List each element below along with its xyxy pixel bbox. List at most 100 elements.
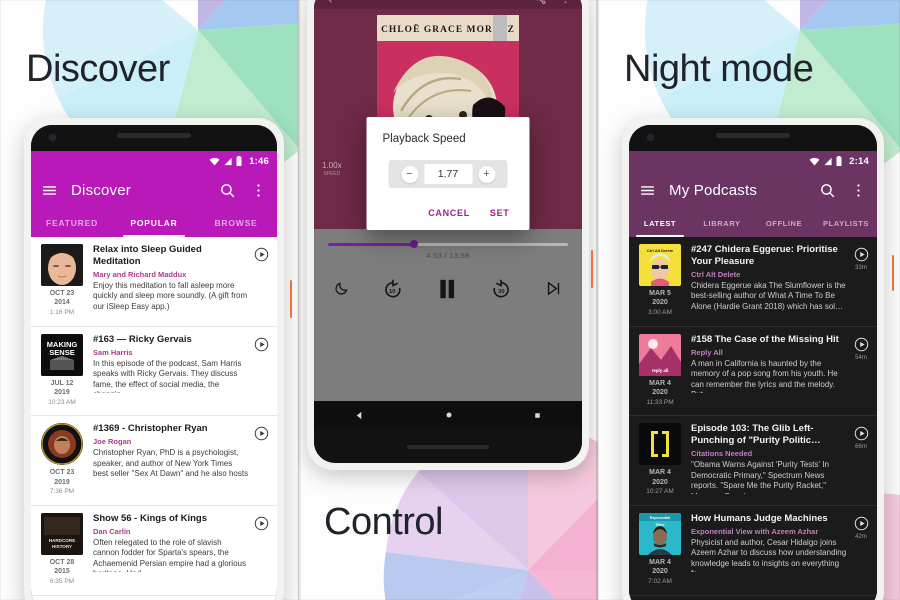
list-item[interactable]: SSERIAL S01 Episode 02: The Breakup This… xyxy=(31,596,277,600)
episode-meta: MAR 4 2020 10:27 AM xyxy=(637,423,683,497)
list-item[interactable]: MAR 4 2020 10:27 AM Episode 103: The Gli… xyxy=(629,416,877,506)
tab-featured[interactable]: FEATURED xyxy=(31,209,113,237)
more-vert-icon[interactable] xyxy=(559,0,572,5)
more-vert-icon[interactable] xyxy=(250,182,267,199)
episode-meta: Ctrl Alt Delete MAR 5 2020 3:00 AM xyxy=(637,244,683,318)
recents-nav-icon xyxy=(535,412,541,418)
list-item[interactable]: OCT 23 2019 7:36 PM #1369 - Christopher … xyxy=(31,416,277,506)
status-icons xyxy=(809,156,842,166)
volume-sliver xyxy=(892,255,894,291)
play-icon[interactable] xyxy=(854,337,869,352)
episode-day: MAR 4 xyxy=(649,469,671,477)
share-icon[interactable] xyxy=(534,0,547,5)
home-nav-icon xyxy=(446,412,452,418)
play-icon[interactable] xyxy=(854,247,869,262)
episode-day: MAR 5 xyxy=(649,290,671,297)
more-vert-icon[interactable] xyxy=(850,182,867,199)
episode-description: Christopher Ryan, PhD is a psychologist,… xyxy=(93,448,249,482)
svg-text:HISTORY: HISTORY xyxy=(52,544,72,549)
play-icon[interactable] xyxy=(854,426,869,441)
episode-author: Reply All xyxy=(691,347,723,357)
hamburger-icon[interactable] xyxy=(41,182,58,199)
list-item[interactable]: HARDCORE HISTORY OCT 28 2015 6:35 PM Show… xyxy=(31,506,277,596)
status-time: 1:46 xyxy=(249,155,269,167)
episode-time: 10:27 AM xyxy=(646,488,674,496)
list-item[interactable]: crashed Your Next Wondery Binge: Busines… xyxy=(629,595,877,600)
episode-description: Physicist and author, Cesar Hidalgo join… xyxy=(691,537,847,572)
phone-screen-night: 2:14 My Podcasts LATEST LIBRARY OFFLINE … xyxy=(629,151,877,600)
episode-body: #158 The Case of the Missing Hit Reply A… xyxy=(691,334,869,408)
list-item[interactable]: MAKING SENSE JUL 12 2019 10:23 AM #163 — … xyxy=(31,327,277,417)
list-item[interactable]: OCT 23 2014 1:16 PM Relax into Sleep Gui… xyxy=(31,237,277,327)
signal-icon xyxy=(824,157,832,165)
back-nav-icon xyxy=(356,411,361,419)
list-item[interactable]: reply all MAR 4 2020 11:33 PM #158 The C… xyxy=(629,326,877,417)
search-icon[interactable] xyxy=(819,182,836,199)
dialog-title: Playback Speed xyxy=(382,133,466,145)
app-bar: Discover xyxy=(31,171,277,209)
play-icon[interactable] xyxy=(254,247,269,262)
status-icons xyxy=(209,156,242,166)
episode-title: Relax into Sleep Guided Meditation xyxy=(93,244,202,267)
episode-title: #1369 - Christopher Ryan xyxy=(93,423,208,435)
episode-meta: HARDCORE HISTORY OCT 28 2015 6:35 PM xyxy=(39,512,85,587)
play-icon[interactable] xyxy=(254,516,269,531)
player-top-bar xyxy=(314,0,582,9)
tab-browse[interactable]: BROWSE xyxy=(195,209,277,237)
tab-library[interactable]: LIBRARY xyxy=(691,209,753,237)
android-nav-bar xyxy=(314,401,582,429)
tab-latest[interactable]: LATEST xyxy=(629,209,691,237)
episode-date: OCT 23 2014 1:16 PM xyxy=(39,289,85,318)
hamburger-icon[interactable] xyxy=(639,182,656,199)
forward-30-icon[interactable]: 30 xyxy=(491,279,511,299)
playback-speed-chip[interactable]: 1.00x SPEED xyxy=(322,161,342,177)
episode-duration: 66m xyxy=(855,444,867,451)
tab-bar: LATEST LIBRARY OFFLINE PLAYLISTS xyxy=(629,209,877,237)
increment-button[interactable]: + xyxy=(478,165,495,183)
episode-list-discover: OCT 23 2014 1:16 PM Relax into Sleep Gui… xyxy=(31,237,277,600)
speed-label: SPEED xyxy=(323,170,341,177)
tab-bar: FEATURED POPULAR BROWSE xyxy=(31,209,277,237)
set-button[interactable]: SET xyxy=(490,208,510,218)
list-item[interactable]: Exponential View MAR 4 2020 7:02 AM How H… xyxy=(629,505,877,596)
pause-icon[interactable] xyxy=(437,278,457,300)
playback-speed-dialog[interactable]: Playback Speed − 1.77 + CANCEL SET xyxy=(366,117,530,230)
play-icon[interactable] xyxy=(254,426,269,441)
seek-slider[interactable] xyxy=(328,240,568,249)
episode-artwork: Exponential View xyxy=(639,512,681,555)
episode-year: 2014 xyxy=(54,299,70,307)
play-icon[interactable] xyxy=(854,516,869,531)
play-icon[interactable] xyxy=(254,337,269,352)
episode-day: MAR 4 xyxy=(649,558,671,566)
signal-icon xyxy=(224,157,232,165)
episode-year: 2020 xyxy=(652,568,668,576)
episode-duration: 33m xyxy=(855,265,867,271)
episode-title: #163 — Ricky Gervais xyxy=(93,333,192,345)
decrement-button[interactable]: − xyxy=(401,165,418,183)
skip-next-icon[interactable] xyxy=(545,280,562,297)
tab-popular[interactable]: POPULAR xyxy=(113,209,195,237)
cancel-button[interactable]: CANCEL xyxy=(428,208,470,218)
svg-text:reply all: reply all xyxy=(652,368,669,373)
phone-bezel-bottom xyxy=(314,429,582,455)
speed-input[interactable]: 1.77 xyxy=(424,164,472,184)
list-item[interactable]: Ctrl Alt Delete MAR 5 2020 3:00 AM #247 … xyxy=(629,237,877,327)
panel-control: CHLOË GRACE MORETZ 1.00x SPEED 4:53 / 13… xyxy=(298,0,598,600)
search-icon[interactable] xyxy=(219,182,236,199)
status-bar: 2:14 xyxy=(629,151,877,171)
player-controls-area: 4:53 / 13:58 10 30 xyxy=(314,229,582,429)
back-arrow-icon[interactable] xyxy=(324,0,337,5)
sleep-timer-icon[interactable] xyxy=(334,281,349,296)
wifi-icon xyxy=(209,157,220,166)
volume-sliver xyxy=(591,250,593,288)
tab-offline[interactable]: OFFLINE xyxy=(753,209,815,237)
rewind-10-icon[interactable]: 10 xyxy=(383,279,403,299)
episode-body: How Humans Judge Machines Exponential Vi… xyxy=(691,513,869,587)
tab-playlists[interactable]: PLAYLISTS xyxy=(815,209,877,237)
panel-headline: Discover xyxy=(26,48,170,90)
episode-time: 6:35 PM xyxy=(49,577,75,585)
episode-day: OCT 23 xyxy=(49,469,75,477)
phone-screen-discover: 1:46 Discover FEATURED POPULAR BROWSE OC… xyxy=(31,151,277,600)
seek-thumb[interactable] xyxy=(410,240,419,249)
episode-description: "Obama Warns Against 'Purity Tests' In D… xyxy=(691,460,829,494)
